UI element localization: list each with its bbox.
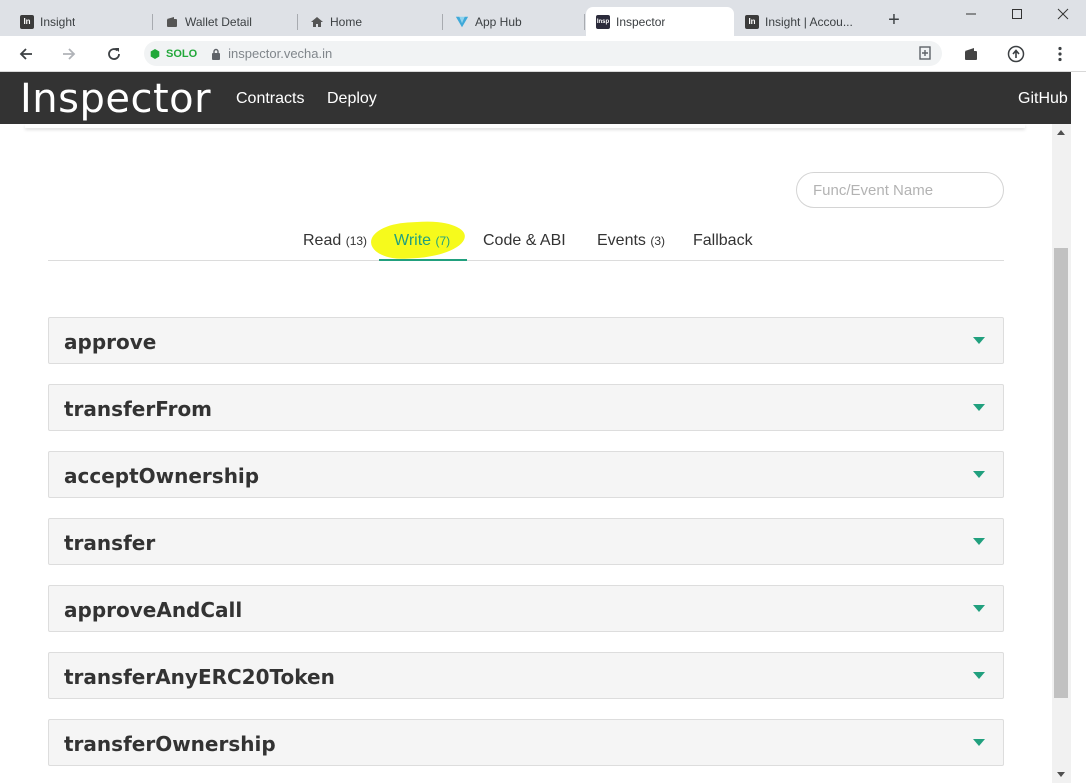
function-name: approveAndCall <box>64 598 243 622</box>
network-label: SOLO <box>166 47 198 60</box>
header-shadow <box>25 124 1025 128</box>
function-name: approve <box>64 330 157 354</box>
minimize-icon[interactable] <box>959 4 983 24</box>
nav-github[interactable]: GitHub <box>1018 90 1068 108</box>
browser-tabstrip: In Insight Wallet Detail Home App Hub In… <box>0 0 1086 36</box>
tab-count: (13) <box>345 234 368 248</box>
function-panel-approve[interactable]: approve <box>48 317 1004 364</box>
tab-label: Code & ABI <box>483 232 566 249</box>
tab-fallback[interactable]: Fallback <box>693 232 753 250</box>
browser-tab-title: Home <box>330 14 363 29</box>
page-scrollbar[interactable] <box>1052 124 1071 783</box>
menu-dots-icon[interactable] <box>1050 44 1070 64</box>
forward-arrow-icon[interactable] <box>57 42 81 66</box>
tab-count: (3) <box>650 234 666 248</box>
function-name: transferFrom <box>64 397 213 421</box>
lock-icon <box>212 48 221 60</box>
window-edge <box>1071 72 1086 783</box>
nav-contracts[interactable]: Contracts <box>236 90 304 108</box>
app-header: Inspector Contracts Deploy GitHub <box>0 72 1071 124</box>
function-panel-transferanyerc20token[interactable]: transferAnyERC20Token <box>48 652 1004 699</box>
active-tab-underline <box>379 259 467 261</box>
tab-read[interactable]: Read (13) <box>303 232 367 250</box>
browser-tab-app-hub[interactable]: App Hub <box>445 7 585 36</box>
tab-label: Fallback <box>693 232 753 249</box>
close-icon[interactable] <box>1051 4 1075 24</box>
function-panel-approveandcall[interactable]: approveAndCall <box>48 585 1004 632</box>
tab-write[interactable]: Write (7) <box>394 232 450 250</box>
browser-tab-title: Wallet Detail <box>185 14 252 29</box>
tab-count: (7) <box>435 234 451 248</box>
vechain-icon <box>455 15 469 29</box>
network-hexagon-icon <box>150 48 160 59</box>
tab-label: Events <box>597 232 646 249</box>
function-panel-transferfrom[interactable]: transferFrom <box>48 384 1004 431</box>
home-icon <box>310 15 324 29</box>
brand-logo[interactable]: Inspector <box>20 76 211 122</box>
nav-deploy[interactable]: Deploy <box>327 90 377 108</box>
function-name: transferAnyERC20Token <box>64 665 335 689</box>
scroll-thumb[interactable] <box>1054 248 1068 698</box>
inspector-icon: Insp <box>596 14 610 29</box>
browser-tab-title: Inspector <box>616 14 666 29</box>
function-panel-acceptownership[interactable]: acceptOwnership <box>48 451 1004 498</box>
wallet-icon <box>165 15 179 29</box>
tab-code-abi[interactable]: Code & ABI <box>483 232 566 250</box>
caret-down-icon <box>973 404 985 411</box>
function-name: transfer <box>64 531 156 555</box>
tab-events[interactable]: Events (3) <box>597 232 665 250</box>
function-name: acceptOwnership <box>64 464 260 488</box>
function-panel-transfer[interactable]: transfer <box>48 518 1004 565</box>
tab-label: Read <box>303 232 342 249</box>
scroll-down-arrow-icon[interactable] <box>1057 772 1065 777</box>
browser-tab-wallet-detail[interactable]: Wallet Detail <box>155 7 298 36</box>
function-name: transferOwnership <box>64 732 276 756</box>
back-arrow-icon[interactable] <box>14 42 38 66</box>
upload-circle-icon[interactable] <box>1006 44 1026 64</box>
maximize-icon[interactable] <box>1005 4 1029 24</box>
browser-tab-insight[interactable]: In Insight <box>10 7 153 36</box>
url-text: inspector.vecha.in <box>228 46 333 61</box>
browser-tab-inspector[interactable]: Insp Inspector <box>586 7 734 36</box>
address-bar[interactable]: SOLO inspector.vecha.in <box>144 41 942 66</box>
browser-tab-home[interactable]: Home <box>300 7 443 36</box>
browser-toolbar: SOLO inspector.vecha.in <box>0 36 1086 72</box>
reload-icon[interactable] <box>102 42 126 66</box>
function-panel-transferownership[interactable]: transferOwnership <box>48 719 1004 766</box>
insight-icon: In <box>20 14 34 29</box>
caret-down-icon <box>973 605 985 612</box>
browser-tab-title: Insight <box>40 14 76 29</box>
caret-down-icon <box>973 471 985 478</box>
caret-down-icon <box>973 739 985 746</box>
browser-tab-title: Insight | Accou... <box>765 14 853 29</box>
tab-label: Write <box>394 232 432 249</box>
new-tab-button[interactable]: + <box>884 10 904 30</box>
insight-icon: In <box>745 14 759 29</box>
caret-down-icon <box>973 538 985 545</box>
browser-tab-title: App Hub <box>475 14 522 29</box>
wallet-extension-icon[interactable] <box>961 44 981 64</box>
browser-tab-insight-account[interactable]: In Insight | Accou... <box>735 7 877 36</box>
scroll-up-arrow-icon[interactable] <box>1057 130 1065 135</box>
bookmark-icon[interactable] <box>918 46 932 60</box>
caret-down-icon <box>973 337 985 344</box>
caret-down-icon <box>973 672 985 679</box>
contract-tabs: Read (13) Write (7) Code & ABI Events (3… <box>48 222 1004 261</box>
func-event-search-input[interactable] <box>796 172 1004 208</box>
